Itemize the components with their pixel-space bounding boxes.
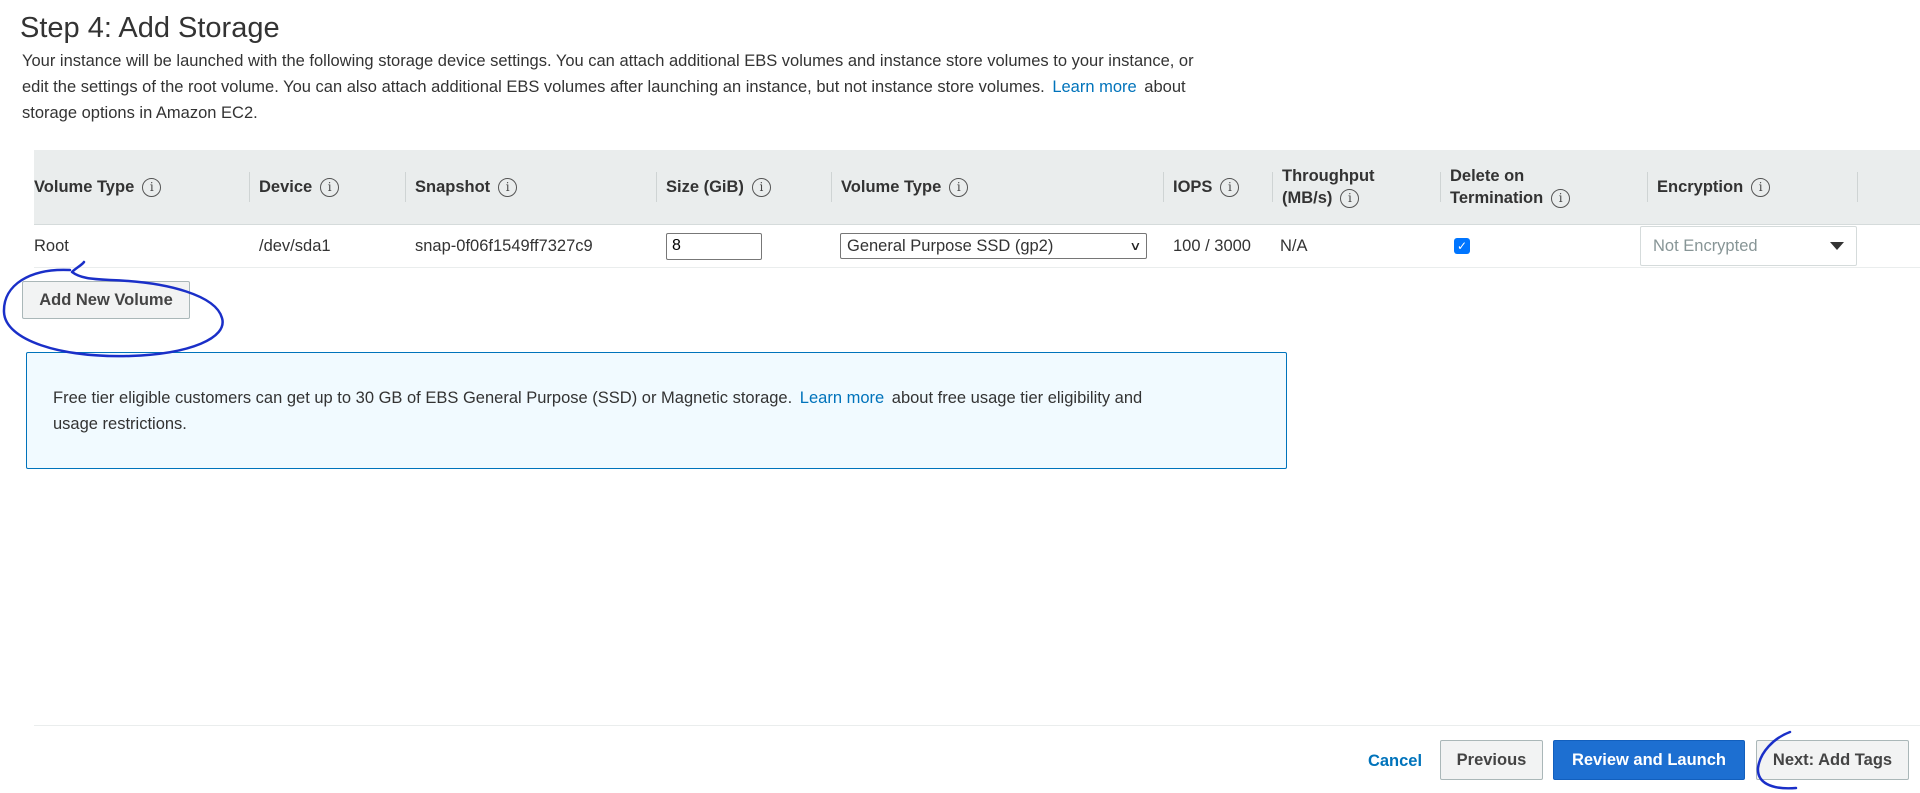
header-volume-type-label: Volume Type	[34, 178, 135, 196]
chevron-down-icon: ∨	[1129, 239, 1142, 253]
storage-volumes-table: Volume Type i Device i Snapshot i Size (…	[34, 150, 1920, 268]
header-size: Size (GiB) i	[656, 150, 771, 224]
cell-encryption: Not Encrypted	[1640, 225, 1857, 267]
cell-volume-type-select: General Purpose SSD (gp2) ∨	[840, 225, 1147, 267]
info-icon[interactable]: i	[1751, 177, 1771, 197]
header-snapshot: Snapshot i	[404, 150, 518, 224]
header-volume-type: Volume Type i	[34, 150, 162, 224]
size-input[interactable]	[666, 232, 762, 260]
cell-throughput: N/A	[1280, 236, 1308, 255]
intro-line-1: Your instance will be launched with the …	[22, 52, 1194, 70]
header-throughput-label: Throughput	[1282, 167, 1375, 185]
learn-more-free-tier-link[interactable]: Learn more	[797, 389, 887, 407]
cancel-button[interactable]: Cancel	[1360, 741, 1430, 781]
encryption-select[interactable]: Not Encrypted	[1640, 226, 1857, 266]
cell-size	[666, 225, 762, 267]
cell-snapshot: snap-0f06f1549ff7327c9	[415, 236, 593, 255]
header-device-label: Device	[259, 178, 313, 196]
intro-line-2-suffix: about	[1144, 78, 1186, 96]
info-icon[interactable]: i	[142, 177, 162, 197]
header-throughput-unit: (MB/s)	[1282, 189, 1333, 207]
header-iops: IOPS i	[1162, 150, 1240, 224]
info-icon[interactable]: i	[1340, 189, 1360, 209]
footer-divider	[34, 725, 1920, 726]
intro-line-3: storage options in Amazon EC2.	[22, 104, 258, 122]
header-volume-type-2: Volume Type i	[830, 150, 969, 224]
header-iops-label: IOPS	[1173, 178, 1213, 196]
info-icon[interactable]: i	[1551, 189, 1571, 209]
intro-line-2: edit the settings of the root volume. Yo…	[22, 74, 1282, 100]
header-size-label: Size (GiB)	[666, 178, 744, 196]
add-storage-page: Step 4: Add Storage Your instance will b…	[0, 0, 1920, 793]
cell-iops: 100 / 3000	[1173, 236, 1251, 255]
learn-more-storage-link[interactable]: Learn more	[1049, 78, 1139, 96]
header-device: Device i	[248, 150, 340, 224]
header-encryption: Encryption i	[1646, 150, 1771, 224]
free-tier-info-box: Free tier eligible customers can get up …	[26, 352, 1287, 469]
encryption-selected: Not Encrypted	[1653, 236, 1758, 255]
info-icon[interactable]: i	[1220, 177, 1240, 197]
free-tier-text-suffix: about free usage tier eligibility and	[891, 389, 1143, 407]
intro-text: Your instance will be launched with the …	[22, 48, 1282, 126]
header-delete-label-1: Delete on	[1450, 167, 1525, 185]
intro-line-2-text: edit the settings of the root volume. Yo…	[22, 78, 1045, 96]
cell-delete-on-termination: ✓	[1454, 225, 1470, 267]
header-divider	[1857, 172, 1858, 202]
cell-volume-type: Root	[34, 236, 69, 255]
header-throughput: Throughput (MB/s) i	[1272, 150, 1375, 224]
header-encryption-label: Encryption	[1657, 178, 1744, 196]
header-delete-on-termination: Delete on Termination i	[1439, 150, 1571, 224]
add-new-volume-button[interactable]: Add New Volume	[22, 281, 190, 319]
info-icon[interactable]: i	[498, 177, 518, 197]
delete-on-termination-checkbox[interactable]: ✓	[1454, 238, 1470, 254]
table-header-row: Volume Type i Device i Snapshot i Size (…	[34, 150, 1920, 225]
checkmark-icon: ✓	[1456, 239, 1468, 253]
free-tier-text: Free tier eligible customers can get up …	[53, 389, 793, 407]
previous-button[interactable]: Previous	[1440, 740, 1543, 780]
review-and-launch-button[interactable]: Review and Launch	[1553, 740, 1745, 780]
info-icon[interactable]: i	[320, 177, 340, 197]
header-volume-type-2-label: Volume Type	[841, 178, 942, 196]
cell-device: /dev/sda1	[259, 236, 331, 255]
volume-type-select[interactable]: General Purpose SSD (gp2) ∨	[840, 233, 1147, 259]
volume-type-selected: General Purpose SSD (gp2)	[847, 236, 1054, 255]
next-add-tags-button[interactable]: Next: Add Tags	[1756, 740, 1909, 780]
triangle-down-icon	[1830, 242, 1844, 250]
info-icon[interactable]: i	[751, 177, 771, 197]
table-row: Root /dev/sda1 snap-0f06f1549ff7327c9 Ge…	[34, 225, 1920, 268]
free-tier-text-line-2: usage restrictions.	[53, 415, 187, 433]
page-title: Step 4: Add Storage	[20, 12, 280, 44]
info-icon[interactable]: i	[949, 177, 969, 197]
header-snapshot-label: Snapshot	[415, 178, 491, 196]
header-delete-label-2: Termination	[1450, 189, 1544, 207]
